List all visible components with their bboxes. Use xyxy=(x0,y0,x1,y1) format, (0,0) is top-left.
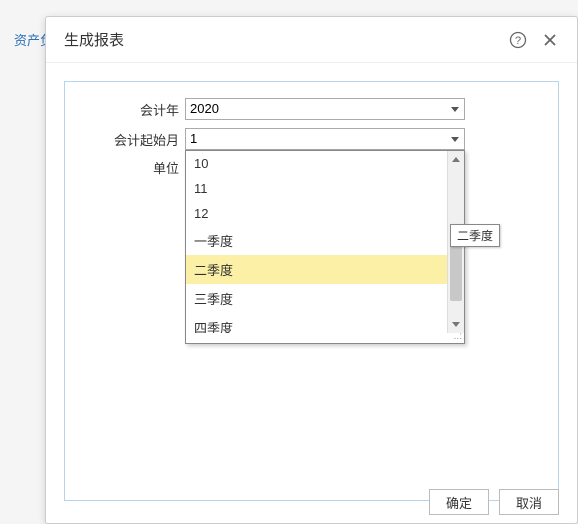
dropdown-item[interactable]: 三季度 xyxy=(186,284,464,313)
dropdown-item[interactable]: 一季度 xyxy=(186,226,464,255)
dropdown-list: 101112一季度二季度三季度四季度 ..: xyxy=(185,150,465,344)
modal-body: 会计年 2020 会计起始月 1 101112一季度二季度三季度四季度 xyxy=(46,63,577,519)
ok-button[interactable]: 确定 xyxy=(429,489,489,515)
resize-handle[interactable]: ..: xyxy=(186,333,464,343)
select-startmonth[interactable]: 1 xyxy=(185,128,465,150)
modal-dialog: 生成报表 ? 会计年 2020 会计起始月 1 xyxy=(45,16,578,524)
help-icon[interactable]: ? xyxy=(509,31,527,49)
dropdown-scroll[interactable]: 101112一季度二季度三季度四季度 xyxy=(186,151,464,333)
modal-title: 生成报表 xyxy=(64,29,124,50)
dropdown-item[interactable]: 四季度 xyxy=(186,313,464,333)
select-year[interactable]: 2020 xyxy=(185,98,465,120)
svg-text:?: ? xyxy=(515,35,521,47)
scroll-up-icon[interactable] xyxy=(448,151,464,168)
dropdown-item[interactable]: 11 xyxy=(186,176,464,201)
row-year: 会计年 2020 xyxy=(85,98,538,120)
scroll-down-icon[interactable] xyxy=(448,316,464,333)
select-startmonth-wrap: 1 101112一季度二季度三季度四季度 ..: xyxy=(185,128,465,150)
close-icon[interactable] xyxy=(541,31,559,49)
scroll-thumb[interactable] xyxy=(450,241,462,301)
form-panel: 会计年 2020 会计起始月 1 101112一季度二季度三季度四季度 xyxy=(64,81,559,501)
row-startmonth: 会计起始月 1 101112一季度二季度三季度四季度 ..: xyxy=(85,128,538,150)
dropdown-item[interactable]: 二季度 xyxy=(186,255,464,284)
cancel-button[interactable]: 取消 xyxy=(499,489,559,515)
modal-header: 生成报表 ? xyxy=(46,17,577,63)
label-unit: 单位 xyxy=(85,158,185,177)
dropdown-item[interactable]: 12 xyxy=(186,201,464,226)
select-year-wrap: 2020 xyxy=(185,98,465,120)
modal-footer: 确定 取消 xyxy=(429,489,559,515)
dropdown-item[interactable]: 10 xyxy=(186,151,464,176)
label-startmonth: 会计起始月 xyxy=(85,130,185,149)
label-year: 会计年 xyxy=(85,100,185,119)
tooltip: 二季度 xyxy=(450,224,500,247)
modal-actions: ? xyxy=(509,31,559,49)
